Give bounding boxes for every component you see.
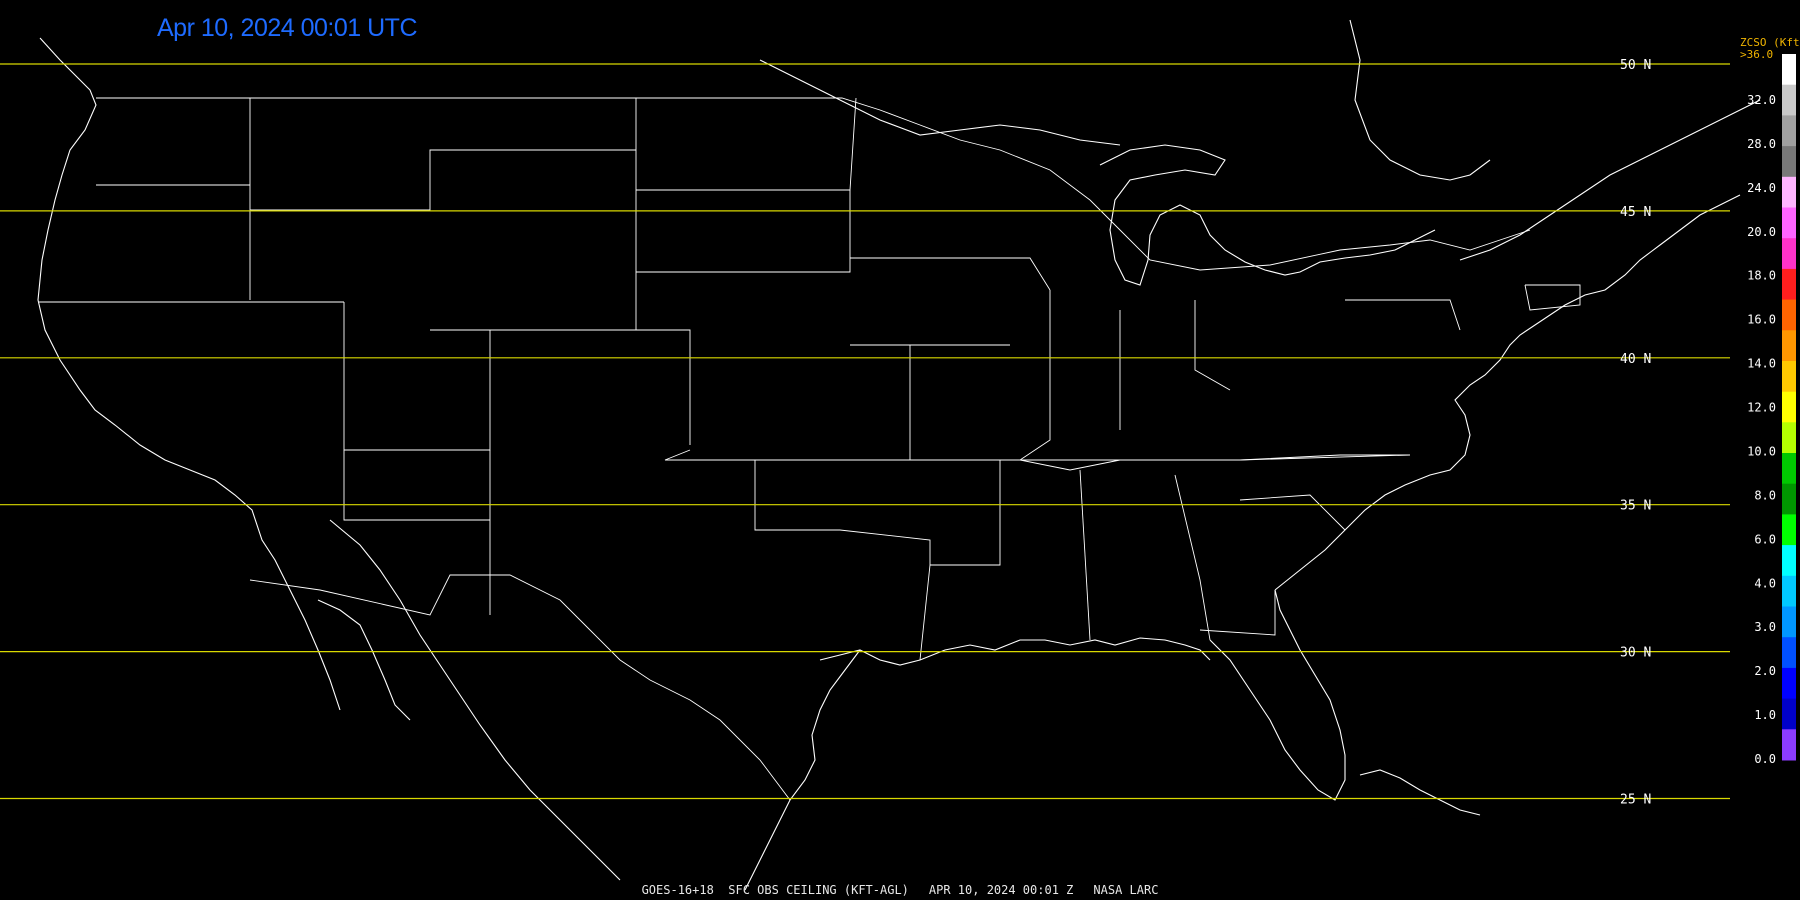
colorbar-label: 12.0 xyxy=(1747,401,1776,415)
colorbar-label: 24.0 xyxy=(1747,181,1776,195)
colorbar-header: >36.0 xyxy=(1740,48,1773,61)
map-title: Apr 10, 2024 00:01 UTC xyxy=(157,14,418,42)
colorbar-label: 4.0 xyxy=(1754,576,1776,590)
colorbar-label: 20.0 xyxy=(1747,225,1776,239)
colorbar-band xyxy=(1782,115,1796,147)
colorbar-band xyxy=(1782,422,1796,454)
colorbar-band xyxy=(1782,575,1796,607)
colorbar-band xyxy=(1782,299,1796,331)
colorbar-label: 16.0 xyxy=(1747,313,1776,327)
colorbar-band xyxy=(1782,483,1796,515)
colorbar-band xyxy=(1782,667,1796,700)
colorbar-band xyxy=(1782,698,1796,730)
colorbar-band xyxy=(1782,514,1796,546)
colorbar-label: 6.0 xyxy=(1754,532,1776,546)
lat-label: 50 N xyxy=(1620,58,1651,73)
colorbar-label: 10.0 xyxy=(1747,444,1776,458)
colorbar-band xyxy=(1782,729,1796,761)
colorbar-band xyxy=(1782,176,1796,208)
colorbar-band xyxy=(1782,238,1796,270)
colorbar-label: 2.0 xyxy=(1754,664,1776,678)
footer-product: GOES-16+18 SFC OBS CEILING (KFT-AGL) xyxy=(641,883,909,897)
colorbar-band xyxy=(1782,545,1796,577)
lat-label: 45 N xyxy=(1620,205,1651,220)
colorbar-band xyxy=(1782,207,1796,239)
colorbar-band xyxy=(1782,361,1796,393)
colorbar-label: 14.0 xyxy=(1747,357,1776,371)
lat-label: 25 N xyxy=(1620,793,1651,808)
colorbar-label: 3.0 xyxy=(1754,620,1776,634)
colorbar-band xyxy=(1782,54,1796,86)
colorbar-label: 18.0 xyxy=(1747,269,1776,283)
lat-label: 30 N xyxy=(1620,646,1651,661)
colorbar-band xyxy=(1782,606,1796,638)
lat-label: 35 N xyxy=(1620,499,1651,514)
colorbar-band xyxy=(1782,453,1796,485)
colorbar-band xyxy=(1782,330,1796,362)
ceiling-map: 50 N45 N40 N35 N30 N25 N120 W115 W110 W1… xyxy=(0,0,1800,900)
colorbar-label: 1.0 xyxy=(1754,708,1776,722)
colorbar-band xyxy=(1782,391,1796,423)
colorbar-band xyxy=(1782,146,1796,178)
colorbar-label: 8.0 xyxy=(1754,488,1776,502)
colorbar-band xyxy=(1782,84,1796,116)
colorbar-band xyxy=(1782,268,1796,301)
colorbar-band xyxy=(1782,637,1796,669)
lat-label: 40 N xyxy=(1620,352,1651,367)
map-footer: GOES-16+18 SFC OBS CEILING (KFT-AGL) APR … xyxy=(0,883,1800,897)
map-background xyxy=(0,0,1800,900)
footer-time: APR 10, 2024 00:01 Z xyxy=(928,883,1074,897)
colorbar-label: 28.0 xyxy=(1747,137,1776,151)
colorbar-label: 32.0 xyxy=(1747,93,1776,107)
footer-source: NASA LARC xyxy=(1093,883,1159,897)
colorbar-label: 0.0 xyxy=(1754,752,1776,766)
